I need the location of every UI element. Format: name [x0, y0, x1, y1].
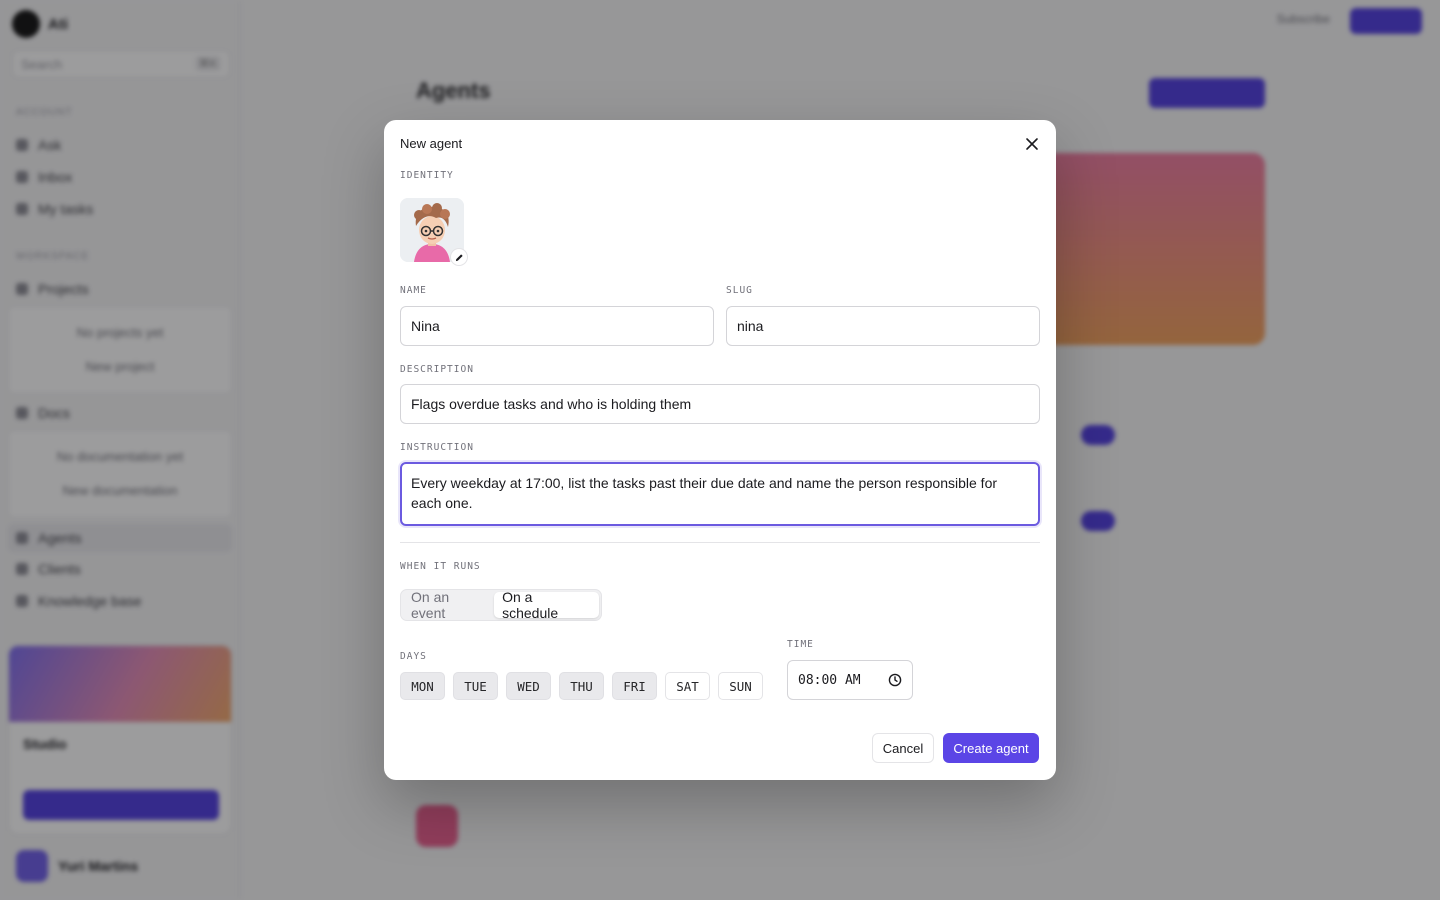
day-mon[interactable]: MON: [400, 672, 445, 700]
divider: [400, 542, 1040, 543]
name-value: Nina: [411, 318, 440, 334]
slug-label: SLUG: [726, 285, 753, 296]
day-sat[interactable]: SAT: [665, 672, 710, 700]
day-thu[interactable]: THU: [559, 672, 604, 700]
description-label: DESCRIPTION: [400, 364, 474, 375]
close-icon: [1026, 138, 1038, 150]
day-wed[interactable]: WED: [506, 672, 551, 700]
day-tue[interactable]: TUE: [453, 672, 498, 700]
description-field[interactable]: Flags overdue tasks and who is holding t…: [400, 384, 1040, 424]
new-agent-dialog: New agent IDENTITY NAME Nina SLUG nina D…: [384, 120, 1056, 780]
time-label: TIME: [787, 639, 814, 650]
instruction-label: INSTRUCTION: [400, 442, 474, 453]
instruction-textarea[interactable]: Every weekday at 17:00, list the tasks p…: [400, 462, 1040, 526]
clock-icon[interactable]: [888, 673, 902, 687]
day-sun[interactable]: SUN: [718, 672, 763, 700]
name-field[interactable]: Nina: [400, 306, 714, 346]
pencil-icon: [455, 253, 463, 261]
slug-value: nina: [737, 318, 764, 334]
slug-field[interactable]: nina: [726, 306, 1040, 346]
time-input[interactable]: 08:00 AM: [787, 660, 913, 700]
day-fri[interactable]: FRI: [612, 672, 657, 700]
description-value: Flags overdue tasks and who is holding t…: [411, 396, 692, 412]
when-it-runs-label: WHEN IT RUNS: [400, 561, 481, 572]
trigger-option-schedule[interactable]: On a schedule: [494, 589, 599, 621]
identity-label: IDENTITY: [400, 170, 454, 181]
create-agent-button[interactable]: Create agent: [943, 733, 1039, 763]
time-value: 08:00 AM: [798, 672, 861, 688]
days-label: DAYS: [400, 651, 427, 662]
name-label: NAME: [400, 285, 427, 296]
cancel-button[interactable]: Cancel: [872, 733, 934, 763]
days-picker: MON TUE WED THU FRI SAT SUN: [400, 672, 763, 700]
close-button[interactable]: [1020, 132, 1044, 156]
trigger-option-event[interactable]: On an event: [403, 589, 494, 621]
dialog-title: New agent: [400, 136, 463, 151]
edit-avatar-button[interactable]: [450, 248, 468, 266]
trigger-segmented-control: On an event On a schedule: [400, 589, 602, 621]
agent-avatar[interactable]: [400, 198, 468, 266]
